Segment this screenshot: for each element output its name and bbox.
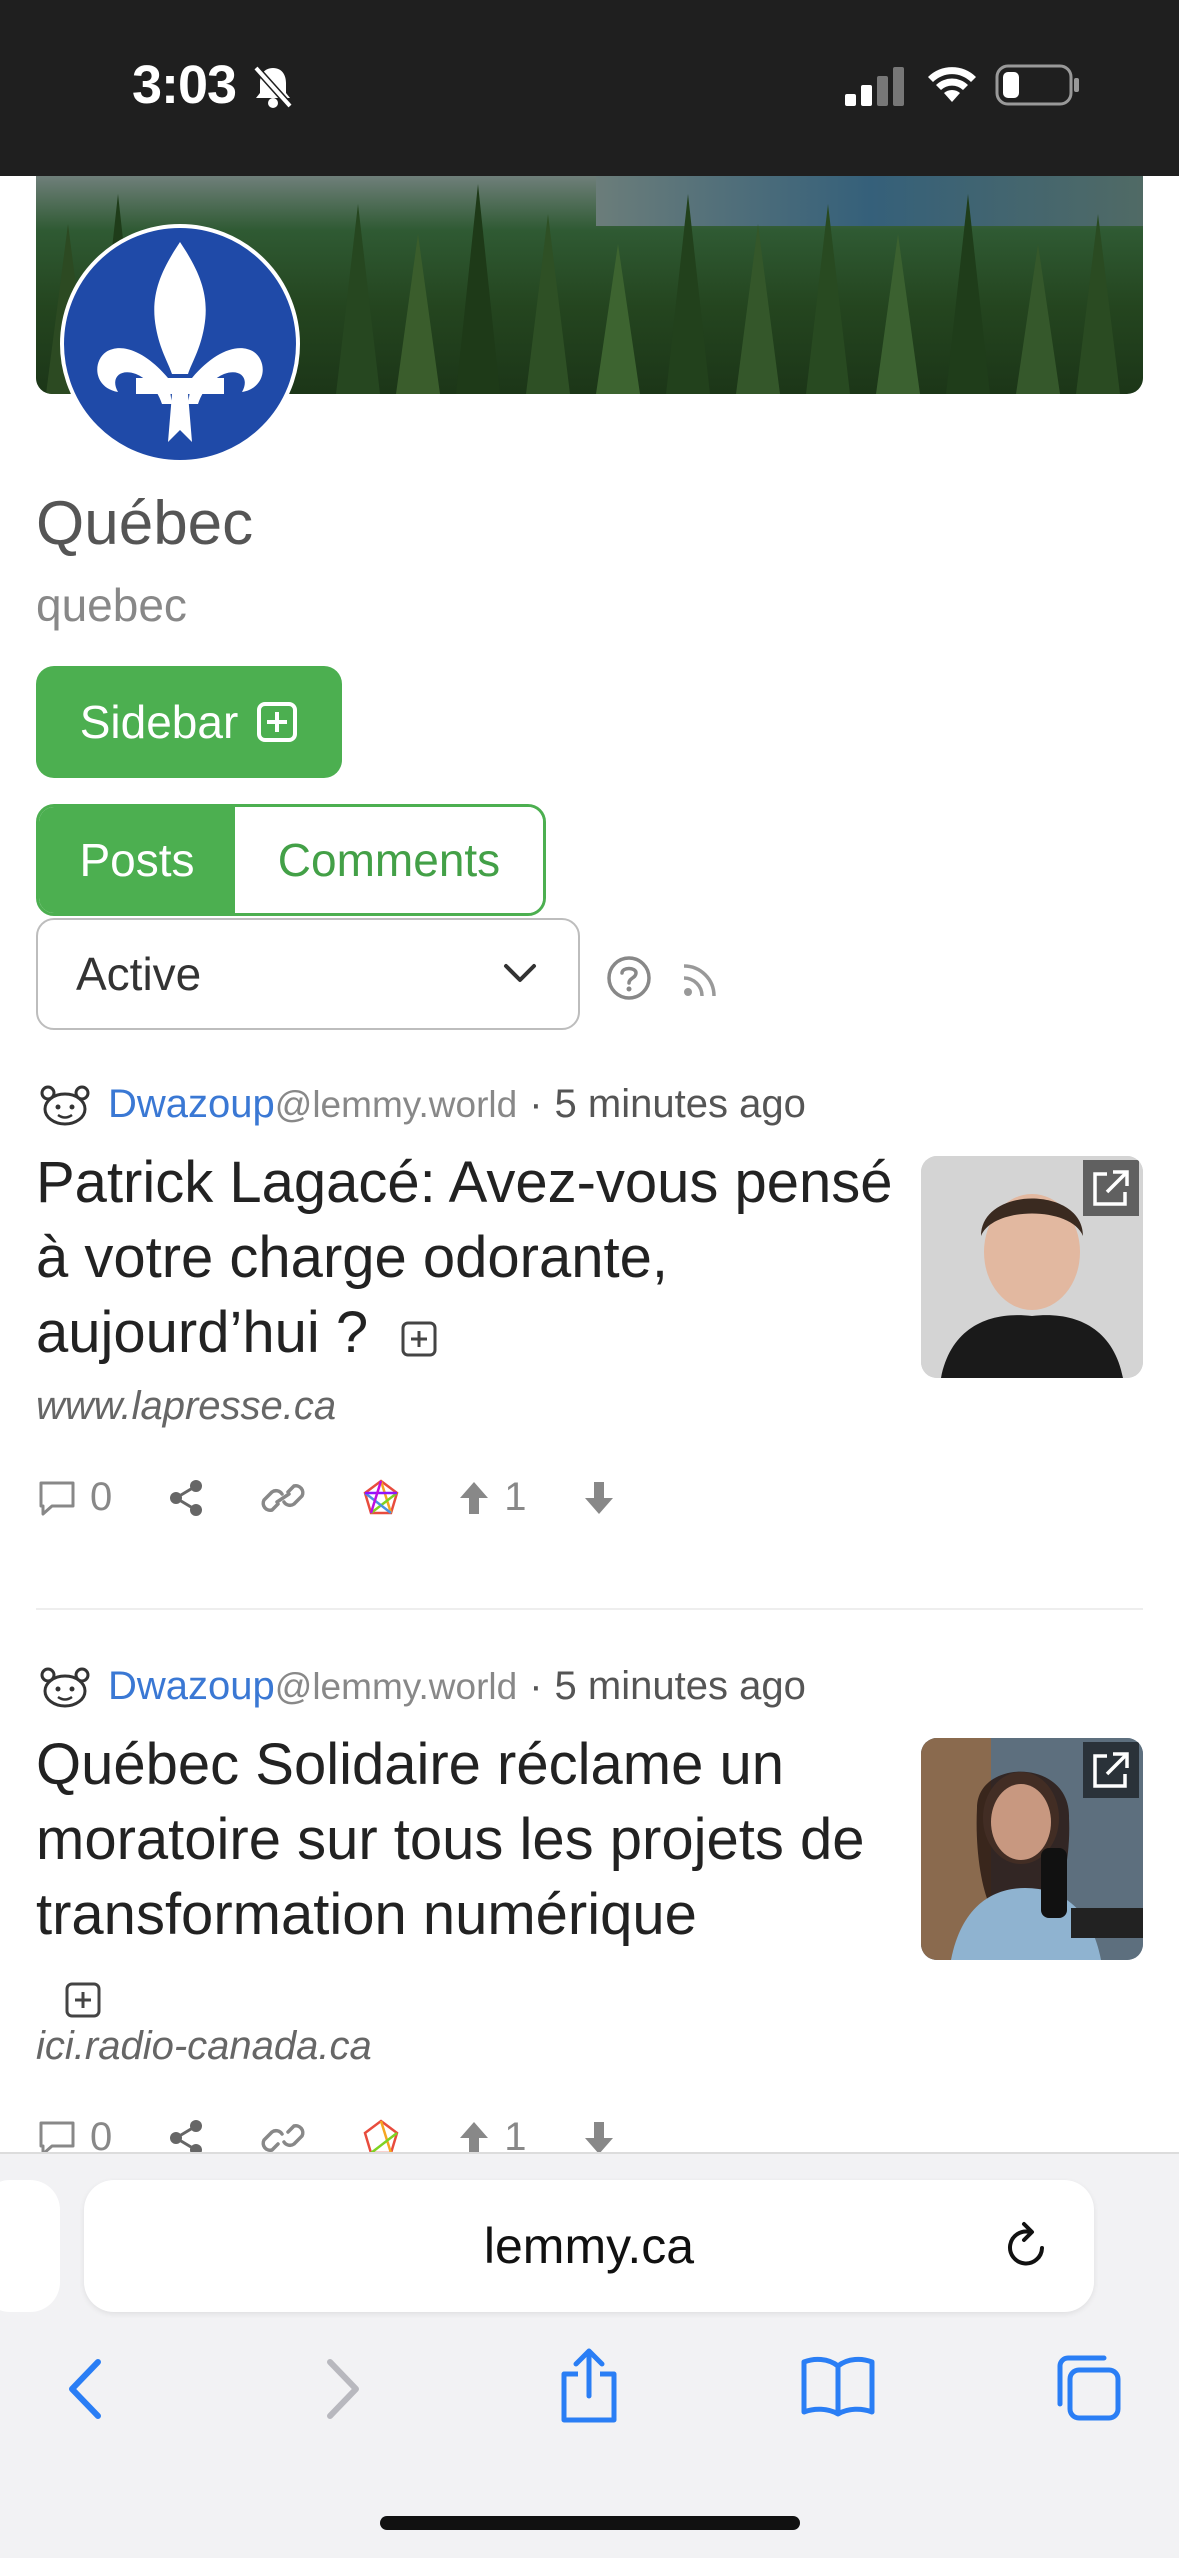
lemmy-user-icon xyxy=(40,1085,90,1125)
chevron-down-icon xyxy=(504,964,536,982)
post-divider xyxy=(36,1608,1143,1610)
post-domain[interactable]: ici.radio-canada.ca xyxy=(36,2024,1143,2069)
tab-posts[interactable]: Posts xyxy=(39,807,235,913)
post-thumbnail[interactable] xyxy=(921,1156,1143,1378)
external-link-icon xyxy=(1083,1160,1139,1216)
post-title[interactable]: Québec Solidaire réclame un moratoire su… xyxy=(36,1727,906,2018)
help-icon[interactable] xyxy=(605,954,653,1002)
post-time: 5 minutes ago xyxy=(554,1082,806,1126)
bookmarks-icon[interactable] xyxy=(800,2354,876,2418)
listing-tabs: Posts Comments xyxy=(36,804,546,916)
post-title-text: Québec Solidaire réclame un moratoire su… xyxy=(36,1732,865,1947)
post-domain[interactable]: www.lapresse.ca xyxy=(36,1384,1143,1429)
expand-plus-icon[interactable] xyxy=(400,1320,438,1358)
fediverse-icon xyxy=(363,1478,399,1514)
previous-tab-preview[interactable] xyxy=(0,2180,60,2312)
expand-plus-icon xyxy=(257,702,298,742)
back-icon[interactable] xyxy=(60,2356,110,2422)
forward-icon[interactable] xyxy=(318,2356,368,2422)
post-actions: 0 1 xyxy=(36,1475,1143,1520)
post-card: Dwazoup @lemmy.world · 5 minutes ago Qué… xyxy=(36,1664,1143,2160)
arrow-down-icon xyxy=(584,1481,613,1514)
silent-bell-icon xyxy=(253,65,293,109)
post-title-text: Patrick Lagacé: Avez-vous pensé à votre … xyxy=(36,1150,893,1365)
post-author[interactable]: Dwazoup xyxy=(108,1082,275,1127)
arrow-up-icon xyxy=(460,1481,489,1514)
community-title: Québec xyxy=(36,489,254,558)
post-meta: Dwazoup @lemmy.world · 5 minutes ago xyxy=(36,1082,1143,1127)
post-time: 5 minutes ago xyxy=(554,1664,806,1708)
battery-icon xyxy=(995,64,1079,106)
fleur-de-lis-icon xyxy=(97,242,263,442)
home-indicator xyxy=(380,2516,800,2530)
rss-feed-icon[interactable] xyxy=(680,960,720,1000)
share-icon xyxy=(170,1479,203,1516)
sort-dropdown[interactable]: Active xyxy=(36,918,580,1030)
sort-selected-value: Active xyxy=(76,948,202,1000)
post-instance: @lemmy.world xyxy=(274,1665,518,1707)
link-button[interactable] xyxy=(260,1478,306,1518)
external-link-icon xyxy=(1083,1742,1139,1798)
sidebar-toggle-button[interactable]: Sidebar xyxy=(36,666,342,778)
tabs-icon[interactable] xyxy=(1052,2352,1124,2424)
lemmy-user-icon xyxy=(40,1667,90,1707)
expand-plus-icon[interactable] xyxy=(64,1981,102,2019)
score: 1 xyxy=(504,1475,527,1519)
post-title[interactable]: Patrick Lagacé: Avez-vous pensé à votre … xyxy=(36,1145,906,1370)
comment-count: 0 xyxy=(90,1475,113,1519)
downvote-button[interactable] xyxy=(581,1478,617,1518)
community-avatar xyxy=(60,224,300,464)
fediverse-button[interactable] xyxy=(360,1477,402,1519)
share-button[interactable] xyxy=(166,1478,206,1518)
post-thumbnail[interactable] xyxy=(921,1738,1143,1960)
sidebar-label: Sidebar xyxy=(79,696,239,748)
wifi-icon xyxy=(928,67,976,102)
post-author[interactable]: Dwazoup xyxy=(108,1664,275,1709)
link-icon xyxy=(261,1483,305,1512)
post-card: Dwazoup @lemmy.world · 5 minutes ago Pat… xyxy=(36,1082,1143,1520)
comment-icon xyxy=(39,1481,75,1515)
cellular-signal-icon xyxy=(845,67,904,106)
reload-icon[interactable] xyxy=(1000,2220,1054,2274)
community-handle: quebec xyxy=(36,579,187,631)
share-sheet-icon[interactable] xyxy=(556,2346,622,2426)
upvote-button[interactable]: 1 xyxy=(456,1475,527,1520)
post-instance: @lemmy.world xyxy=(274,1083,518,1125)
status-time: 3:03 xyxy=(132,55,237,115)
address-bar-url[interactable]: lemmy.ca xyxy=(84,2180,1094,2312)
comments-button[interactable]: 0 xyxy=(36,1475,112,1520)
post-meta: Dwazoup @lemmy.world · 5 minutes ago xyxy=(36,1664,1143,1709)
tab-comments[interactable]: Comments xyxy=(235,807,543,913)
